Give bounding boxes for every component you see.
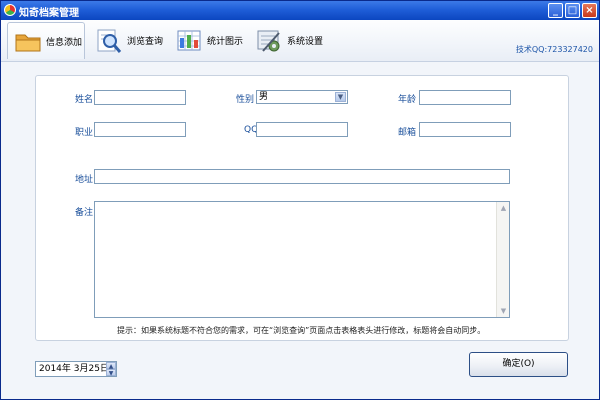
tab-browse-query[interactable]: 浏览查询 bbox=[89, 22, 165, 59]
toolbar: 信息添加 浏览查询 统计图示 系统设置 技术QQ:723327420 bbox=[1, 20, 599, 62]
tab-statistics-chart[interactable]: 统计图示 bbox=[169, 22, 245, 59]
tab-system-settings[interactable]: 系统设置 bbox=[249, 22, 327, 59]
tab-info-add-label: 信息添加 bbox=[46, 37, 83, 48]
spin-up-icon[interactable]: ▲ bbox=[106, 362, 116, 370]
settings-icon bbox=[255, 27, 283, 55]
gender-value: 男 bbox=[259, 92, 269, 102]
tab-statistics-chart-label: 统计图示 bbox=[207, 37, 244, 47]
chart-sheet-icon bbox=[175, 27, 203, 55]
window-title: 知奇档案管理 bbox=[19, 8, 79, 19]
close-button[interactable]: × bbox=[582, 3, 597, 18]
job-label: 职业 bbox=[75, 128, 94, 138]
tab-system-settings-label: 系统设置 bbox=[287, 37, 324, 47]
date-picker[interactable]: 2014年 3月25日 ▲ ▼ bbox=[35, 361, 117, 377]
email-label: 邮箱 bbox=[398, 128, 417, 138]
address-label: 地址 bbox=[75, 175, 94, 185]
age-label: 年龄 bbox=[398, 95, 417, 105]
qq-field[interactable] bbox=[256, 122, 348, 137]
minimize-button[interactable]: _ bbox=[548, 3, 563, 18]
scroll-up-icon[interactable]: ▲ bbox=[498, 203, 509, 213]
magnifier-icon bbox=[95, 27, 123, 55]
app-logo-icon bbox=[4, 4, 16, 16]
tech-support-label: 技术QQ:723327420 bbox=[515, 45, 593, 54]
tab-browse-query-label: 浏览查询 bbox=[127, 37, 164, 47]
date-spinner[interactable]: ▲ ▼ bbox=[106, 362, 116, 377]
main-window: 知奇档案管理 _ □ × 信息添加 浏览查询 统计图示 系统设置 技术QQ:72… bbox=[0, 0, 600, 400]
maximize-button[interactable]: □ bbox=[565, 3, 580, 18]
name-field[interactable] bbox=[94, 90, 186, 105]
folder-icon bbox=[14, 27, 42, 55]
note-textarea[interactable]: ▲ ▼ bbox=[94, 201, 510, 318]
name-label: 姓名 bbox=[75, 95, 94, 105]
title-bar[interactable]: 知奇档案管理 _ □ × bbox=[1, 1, 599, 20]
note-label: 备注 bbox=[75, 208, 94, 218]
scroll-down-icon[interactable]: ▼ bbox=[498, 306, 509, 316]
address-field[interactable] bbox=[94, 169, 510, 184]
spin-down-icon[interactable]: ▼ bbox=[106, 369, 116, 377]
note-scrollbar[interactable]: ▲ ▼ bbox=[496, 202, 509, 317]
gender-label: 性别 bbox=[236, 95, 255, 105]
tab-info-add[interactable]: 信息添加 bbox=[7, 22, 85, 59]
hint-text: 提示：如果系统标题不符合您的需求，可在“浏览查询”页面点击表格表头进行修改，标题… bbox=[117, 326, 486, 335]
chevron-down-icon[interactable]: ▼ bbox=[335, 92, 346, 102]
job-field[interactable] bbox=[94, 122, 186, 137]
ok-button[interactable]: 确定(O) bbox=[469, 352, 568, 377]
email-field[interactable] bbox=[419, 122, 511, 137]
gender-select[interactable]: 男 ▼ bbox=[256, 90, 348, 104]
age-field[interactable] bbox=[419, 90, 511, 105]
date-value: 2014年 3月25日 bbox=[39, 364, 109, 374]
